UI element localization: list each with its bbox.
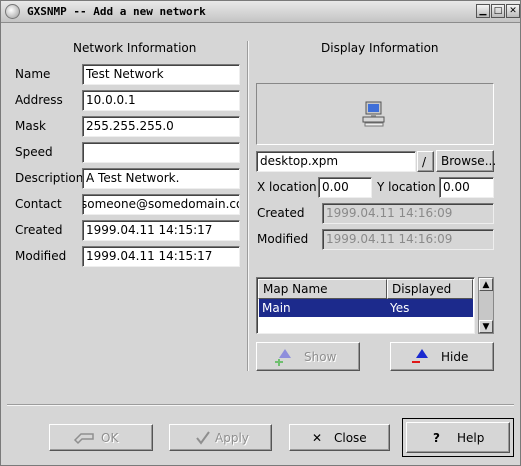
help-button[interactable]: ? Help bbox=[406, 422, 510, 453]
mask-label: Mask bbox=[15, 119, 46, 133]
window-title: GXSNMP -- Add a new network bbox=[27, 5, 206, 18]
hide-button[interactable]: Hide bbox=[390, 342, 494, 371]
maximize-button[interactable]: □ bbox=[491, 4, 505, 18]
ok-label: OK bbox=[101, 430, 119, 445]
pixmap-preview bbox=[256, 83, 494, 145]
map-list[interactable]: Map Name Displayed Main Yes bbox=[256, 277, 475, 334]
contact-label: Contact bbox=[15, 197, 62, 211]
close-x-icon: ✕ bbox=[312, 430, 323, 445]
speed-field[interactable] bbox=[82, 142, 240, 163]
vertical-separator bbox=[247, 41, 249, 371]
display-created-label: Created bbox=[257, 206, 305, 220]
apply-label: Apply bbox=[215, 430, 249, 445]
hide-label: Hide bbox=[441, 349, 469, 364]
name-field[interactable]: Test Network bbox=[82, 64, 240, 85]
network-information-heading: Network Information bbox=[73, 41, 197, 55]
map-name-cell: Main bbox=[262, 301, 291, 315]
x-location-label: X location bbox=[257, 180, 317, 194]
contact-field[interactable]: someone@somedomain.com bbox=[82, 194, 240, 215]
created-label: Created bbox=[15, 223, 63, 237]
pixmap-menu-button[interactable]: / bbox=[417, 151, 434, 172]
ok-icon bbox=[73, 433, 94, 445]
browse-label: Browse... bbox=[441, 154, 497, 168]
address-label: Address bbox=[15, 93, 63, 107]
add-network-dialog: GXSNMP -- Add a new network ▁ □ ✕ Networ… bbox=[0, 0, 521, 466]
close-button[interactable]: ✕ Close bbox=[289, 424, 390, 451]
x-location-field[interactable]: 0.00 bbox=[318, 177, 372, 198]
name-label: Name bbox=[15, 67, 51, 81]
speed-label: Speed bbox=[15, 145, 53, 159]
column-map-name[interactable]: Map Name bbox=[258, 279, 387, 299]
close-label: Close bbox=[334, 430, 367, 445]
computer-icon bbox=[362, 101, 385, 127]
display-modified-label: Modified bbox=[257, 232, 309, 246]
close-window-button[interactable]: ✕ bbox=[506, 4, 520, 18]
apply-button[interactable]: Apply bbox=[169, 424, 272, 451]
browse-button[interactable]: Browse... bbox=[436, 150, 497, 172]
scroll-up-icon[interactable]: ▲ bbox=[479, 278, 493, 291]
description-label: Description bbox=[15, 171, 84, 185]
display-modified-field: 1999.04.11 14:16:09 bbox=[322, 229, 494, 250]
mask-field[interactable]: 255.255.255.0 bbox=[82, 116, 240, 137]
pixmap-menu-label: / bbox=[422, 154, 427, 169]
modified-field[interactable]: 1999.04.11 14:15:17 bbox=[82, 246, 240, 267]
show-icon bbox=[275, 349, 291, 366]
y-location-field[interactable]: 0.00 bbox=[439, 177, 494, 198]
display-information-heading: Display Information bbox=[321, 41, 439, 55]
checkmark-icon bbox=[196, 431, 210, 445]
scroll-down-icon[interactable]: ▼ bbox=[479, 320, 493, 333]
ok-button[interactable]: OK bbox=[49, 424, 153, 451]
display-created-field: 1999.04.11 14:16:09 bbox=[322, 203, 494, 224]
table-row[interactable]: Main Yes bbox=[259, 299, 473, 317]
show-label: Show bbox=[304, 349, 337, 364]
description-field[interactable]: A Test Network. bbox=[82, 168, 240, 189]
pixmap-file-field[interactable]: desktop.xpm bbox=[256, 151, 416, 172]
show-button[interactable]: Show bbox=[256, 342, 360, 371]
title-bar[interactable]: GXSNMP -- Add a new network ▁ □ ✕ bbox=[1, 1, 520, 23]
displayed-cell: Yes bbox=[390, 301, 410, 315]
modified-label: Modified bbox=[15, 249, 67, 263]
horizontal-separator bbox=[7, 404, 514, 406]
window-menu-icon[interactable] bbox=[5, 4, 20, 19]
y-location-label: Y location bbox=[377, 180, 436, 194]
help-label: Help bbox=[457, 430, 485, 445]
hide-icon bbox=[412, 349, 428, 363]
minimize-button[interactable]: ▁ bbox=[476, 4, 490, 18]
map-list-scrollbar[interactable]: ▲ ▼ bbox=[478, 277, 494, 334]
created-field[interactable]: 1999.04.11 14:15:17 bbox=[82, 220, 240, 241]
help-icon: ? bbox=[433, 430, 440, 445]
address-field[interactable]: 10.0.0.1 bbox=[82, 90, 240, 111]
column-displayed[interactable]: Displayed bbox=[387, 279, 473, 299]
